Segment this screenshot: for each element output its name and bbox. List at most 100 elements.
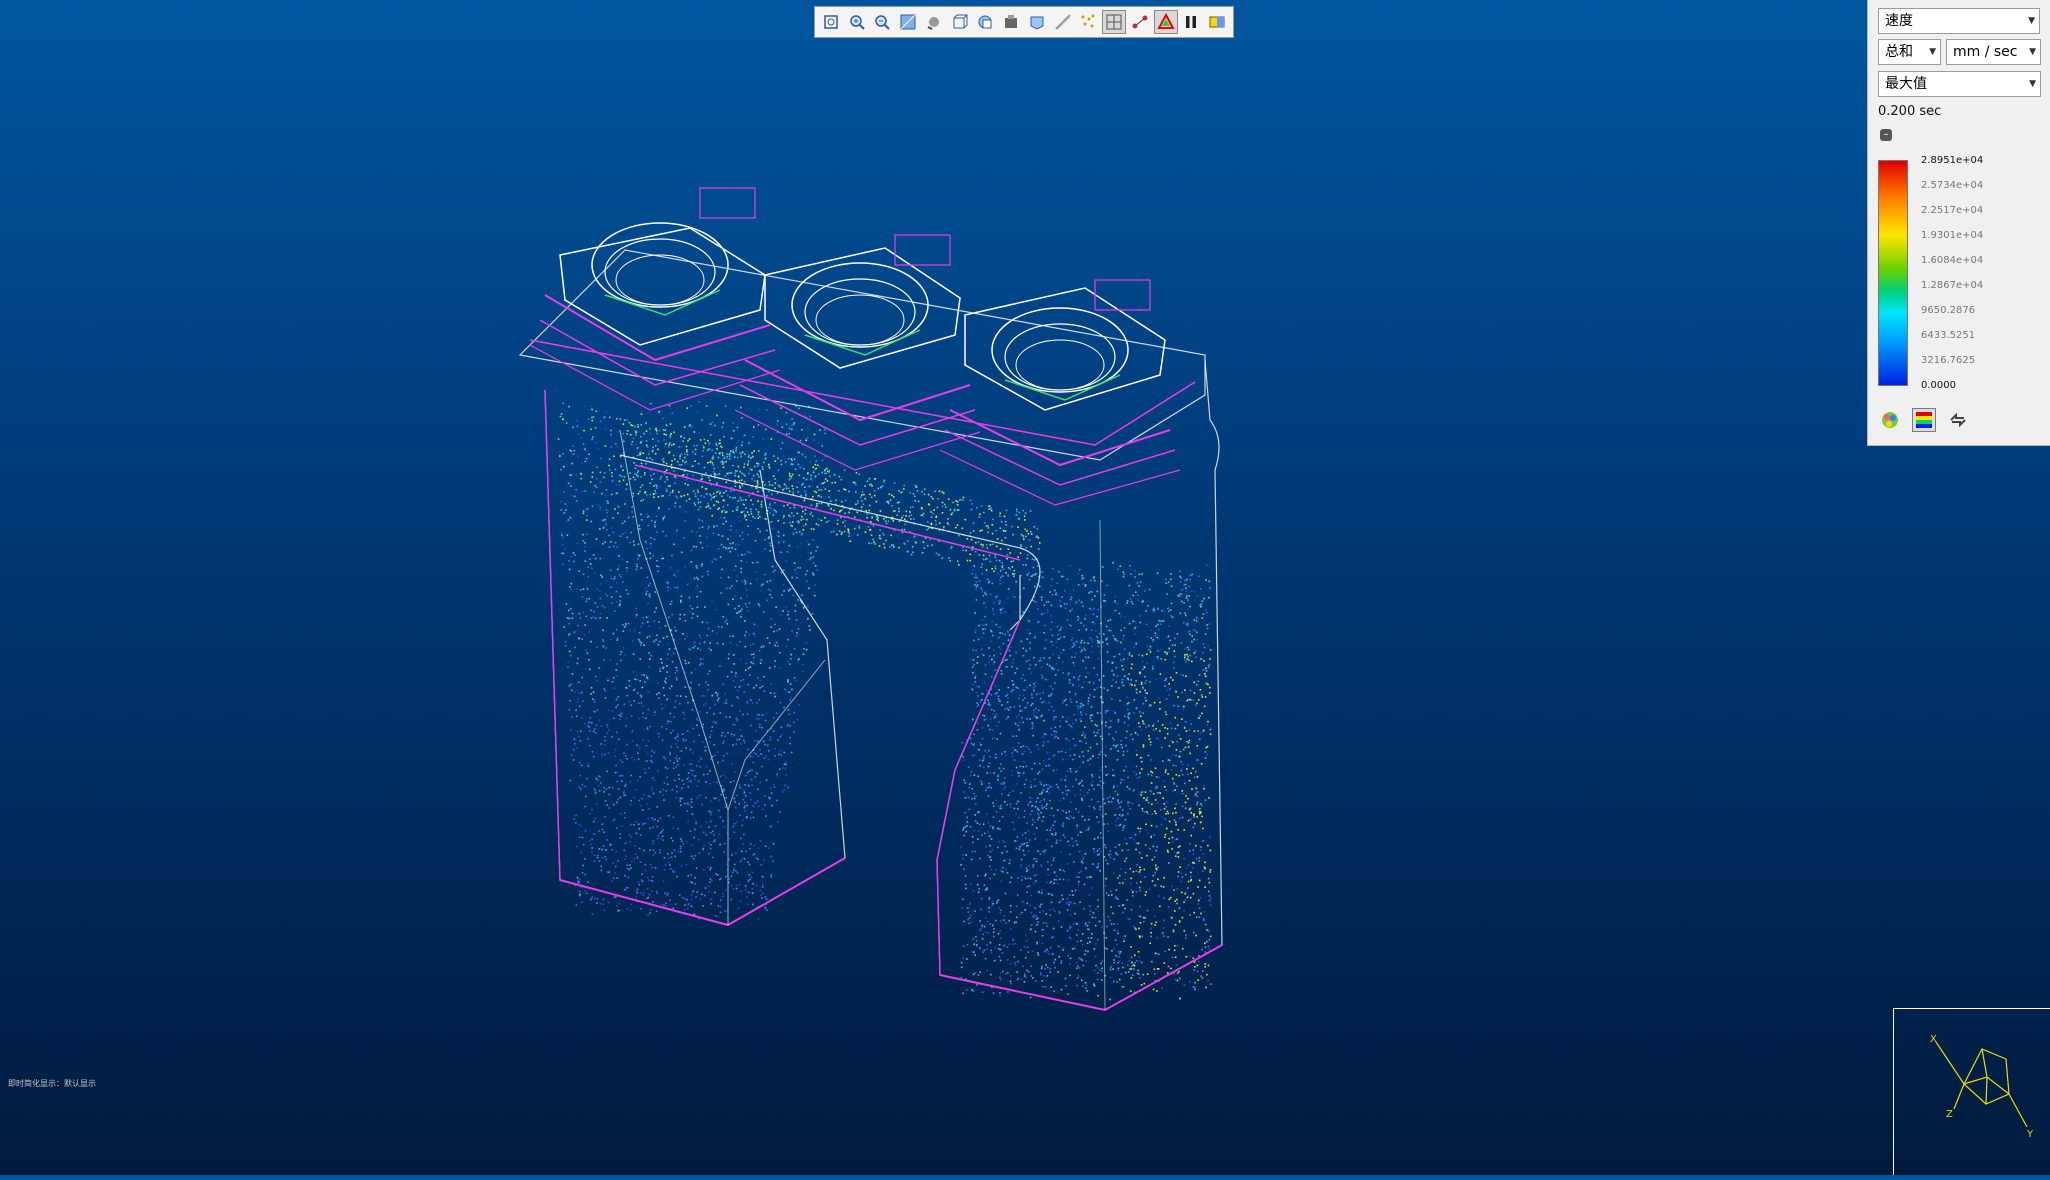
particle	[675, 785, 678, 788]
particle	[630, 799, 633, 802]
particle	[1001, 807, 1003, 810]
particle	[1073, 861, 1075, 863]
particle	[637, 758, 640, 760]
particle	[711, 462, 714, 464]
particle	[1062, 649, 1065, 651]
particle	[1058, 629, 1061, 632]
particle	[655, 531, 658, 533]
particle	[1051, 578, 1054, 581]
particle	[611, 735, 613, 738]
particle	[976, 706, 978, 708]
particle	[1056, 646, 1058, 649]
particle	[759, 679, 762, 682]
particle	[589, 730, 591, 732]
particle	[770, 521, 773, 523]
particle	[1168, 745, 1171, 747]
particle	[749, 769, 751, 772]
particle	[1117, 750, 1119, 752]
particle	[756, 884, 758, 887]
particle	[1097, 729, 1100, 731]
particle	[777, 469, 780, 472]
particle	[1184, 647, 1186, 650]
particle	[1098, 920, 1101, 923]
particle	[591, 567, 593, 569]
particle	[677, 732, 679, 735]
particle	[1198, 857, 1201, 859]
particle	[709, 898, 711, 901]
particle	[593, 701, 596, 703]
particle	[1204, 608, 1207, 611]
particle	[1030, 694, 1033, 696]
particle	[1051, 936, 1053, 939]
particle	[1013, 828, 1016, 831]
particle	[819, 429, 821, 431]
particle	[589, 481, 592, 483]
particle	[614, 755, 617, 758]
particle	[1094, 734, 1097, 737]
particle	[654, 851, 656, 854]
particle	[1209, 897, 1212, 899]
particle	[693, 645, 696, 648]
particle	[1191, 788, 1193, 790]
particle	[745, 588, 748, 591]
particle	[1068, 672, 1070, 674]
particle	[569, 474, 572, 476]
particle	[974, 936, 977, 938]
particle	[1068, 679, 1071, 681]
particle	[1184, 892, 1187, 895]
particle	[1192, 767, 1194, 770]
particle	[1027, 844, 1030, 847]
particle	[1097, 657, 1100, 660]
particle	[1088, 805, 1091, 808]
particle	[595, 803, 598, 805]
particle	[1041, 676, 1044, 679]
particle	[750, 661, 753, 664]
particle	[1146, 973, 1149, 976]
particle	[701, 804, 704, 806]
particle	[584, 857, 586, 860]
particle	[1084, 713, 1087, 715]
particle	[575, 715, 578, 718]
particle	[751, 561, 754, 564]
particle	[611, 843, 613, 846]
particle	[1018, 697, 1020, 700]
particle	[582, 611, 585, 614]
particle	[577, 681, 580, 684]
particle	[755, 571, 757, 574]
particle	[1028, 970, 1030, 973]
particle	[1096, 972, 1099, 974]
particle	[698, 838, 700, 841]
particle	[1110, 629, 1112, 632]
particle	[737, 907, 740, 910]
particle	[1164, 833, 1167, 836]
particle	[573, 818, 575, 820]
particle	[671, 852, 673, 854]
particle	[660, 830, 663, 833]
particle	[1132, 889, 1134, 892]
particle	[722, 759, 724, 762]
particle	[570, 729, 572, 731]
particle	[592, 436, 594, 439]
particle	[697, 578, 699, 581]
particle	[1087, 656, 1090, 659]
particle	[751, 892, 754, 894]
particle	[782, 534, 785, 537]
particle	[700, 758, 703, 761]
particle	[747, 784, 750, 786]
particle	[637, 470, 640, 472]
particle	[645, 462, 647, 465]
particle	[715, 915, 718, 918]
particle	[1114, 609, 1117, 612]
particle	[1006, 803, 1008, 806]
particle	[558, 455, 561, 457]
particle	[993, 928, 995, 930]
particle	[1167, 906, 1170, 908]
particle	[1184, 746, 1187, 749]
particle	[1008, 649, 1011, 652]
particle	[1185, 730, 1188, 732]
particle	[996, 900, 999, 903]
model-viewport[interactable]	[0, 0, 2050, 1175]
particle	[649, 827, 652, 830]
particle	[630, 903, 633, 906]
particle	[1015, 813, 1017, 815]
